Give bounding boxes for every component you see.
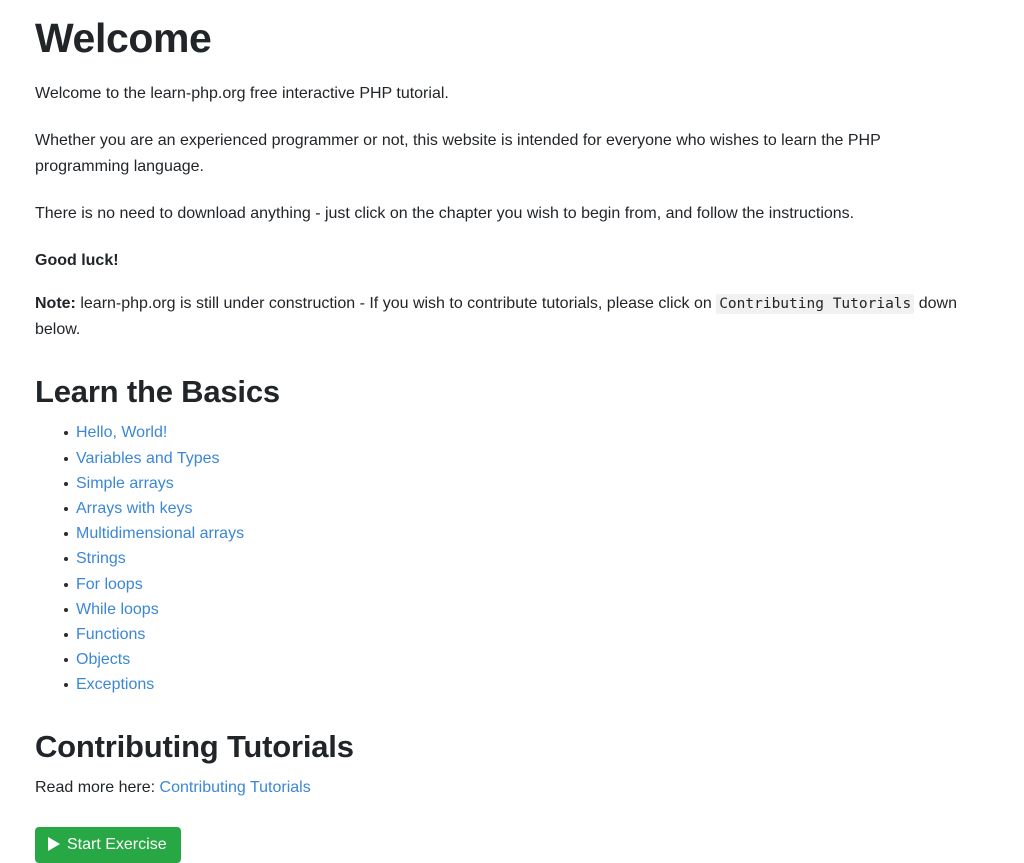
note-paragraph: Note: learn-php.org is still under const…	[35, 291, 975, 343]
list-item: Arrays with keys	[35, 496, 989, 521]
list-item: Objects	[35, 647, 989, 672]
good-luck-text: Good luck!	[35, 252, 119, 270]
topic-link-exceptions[interactable]: Exceptions	[76, 676, 154, 693]
list-item: For loops	[35, 572, 989, 597]
list-item: Exceptions	[35, 672, 989, 697]
start-exercise-label: Start Exercise	[67, 835, 167, 853]
list-item: Hello, World!	[35, 420, 989, 445]
intro-paragraph: Welcome to the learn-php.org free intera…	[35, 85, 449, 103]
page-content: Welcome Welcome to the learn-php.org fre…	[0, 14, 1024, 863]
note-text-before-code: learn-php.org is still under constructio…	[75, 295, 717, 313]
topic-link-hello-world[interactable]: Hello, World!	[76, 424, 167, 441]
read-more-paragraph: Read more here: Contributing Tutorials	[35, 775, 989, 801]
topic-link-arrays-with-keys[interactable]: Arrays with keys	[76, 500, 192, 517]
instructions-paragraph: There is no need to download anything - …	[35, 205, 855, 223]
topic-link-multidimensional-arrays[interactable]: Multidimensional arrays	[76, 525, 244, 542]
topic-link-strings[interactable]: Strings	[76, 550, 126, 567]
good-luck-paragraph: Good luck!	[35, 248, 975, 274]
start-exercise-button[interactable]: Start Exercise	[35, 826, 181, 863]
topic-link-functions[interactable]: Functions	[76, 626, 145, 643]
audience-paragraph: Whether you are an experienced programme…	[35, 132, 881, 176]
topic-link-objects[interactable]: Objects	[76, 651, 130, 668]
list-item: Multidimensional arrays	[35, 521, 989, 546]
topic-link-simple-arrays[interactable]: Simple arrays	[76, 475, 174, 492]
contributing-tutorials-code: Contributing Tutorials	[716, 294, 915, 315]
basics-topic-list: Hello, World! Variables and Types Simple…	[35, 420, 989, 697]
contributing-tutorials-heading: Contributing Tutorials	[35, 728, 354, 764]
list-item: Strings	[35, 546, 989, 571]
topic-link-for-loops[interactable]: For loops	[76, 576, 143, 593]
list-item: Functions	[35, 622, 989, 647]
contributing-tutorials-link[interactable]: Contributing Tutorials	[160, 779, 311, 796]
topic-link-while-loops[interactable]: While loops	[76, 601, 159, 618]
list-item: While loops	[35, 597, 989, 622]
topic-link-variables-and-types[interactable]: Variables and Types	[76, 450, 220, 467]
page-title: Welcome	[35, 15, 212, 61]
read-more-label: Read more here:	[35, 778, 160, 796]
learn-the-basics-heading: Learn the Basics	[35, 374, 280, 410]
list-item: Variables and Types	[35, 446, 989, 471]
list-item: Simple arrays	[35, 471, 989, 496]
play-icon	[48, 837, 60, 852]
note-label: Note:	[35, 295, 76, 313]
